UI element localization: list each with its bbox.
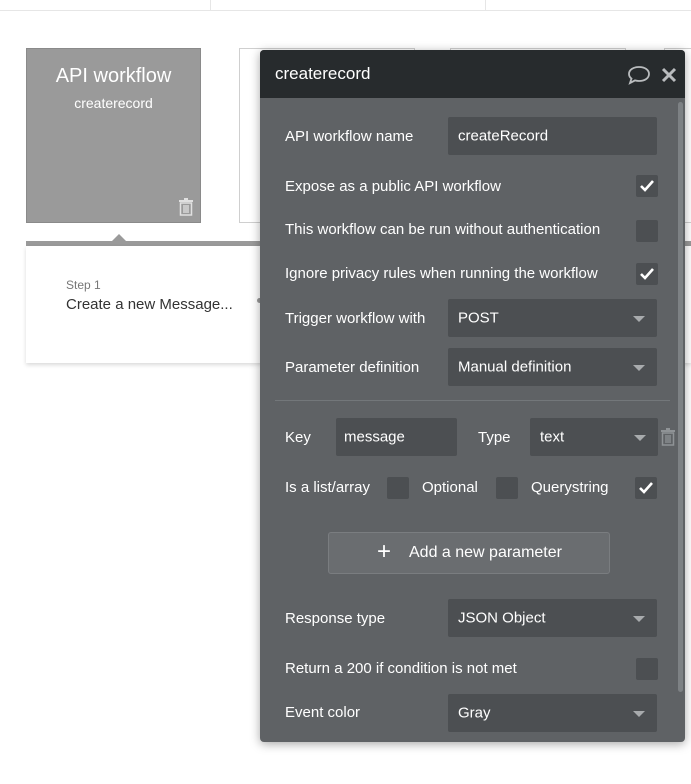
- chevron-down-icon: [633, 316, 645, 322]
- param-type-dropdown[interactable]: text: [530, 418, 658, 456]
- checkmark-icon: [640, 180, 654, 192]
- no-auth-label: This workflow can be run without authent…: [285, 221, 601, 238]
- close-icon[interactable]: [659, 65, 679, 85]
- workflow-name: createrecord: [74, 95, 153, 111]
- tab-separator: [210, 0, 211, 10]
- parameter-definition-dropdown[interactable]: Manual definition: [448, 348, 657, 386]
- api-workflow-name-label: API workflow name: [285, 128, 414, 145]
- trash-icon[interactable]: [178, 198, 194, 216]
- param-key-input[interactable]: message: [336, 418, 457, 456]
- api-workflow-name-value: createRecord: [458, 127, 549, 145]
- add-parameter-button[interactable]: + Add a new parameter: [328, 532, 610, 574]
- optional-checkbox[interactable]: [496, 477, 518, 499]
- tab-separator: [485, 0, 486, 10]
- comment-icon[interactable]: [627, 65, 651, 85]
- return-200-checkbox[interactable]: [636, 658, 658, 680]
- param-key-label: Key: [285, 429, 311, 446]
- querystring-label: Querystring: [531, 479, 609, 496]
- is-list-checkbox[interactable]: [387, 477, 409, 499]
- step-number: Step 1: [66, 278, 101, 292]
- parameter-definition-value: Manual definition: [458, 358, 572, 376]
- trigger-method-value: POST: [458, 309, 499, 327]
- add-parameter-label: Add a new parameter: [409, 544, 562, 561]
- response-type-dropdown[interactable]: JSON Object: [448, 599, 657, 637]
- chevron-down-icon: [633, 711, 645, 717]
- expose-public-checkbox[interactable]: [636, 175, 658, 197]
- api-workflow-card[interactable]: API workflow createrecord: [26, 48, 201, 223]
- editor-scrollbar[interactable]: [678, 102, 683, 692]
- expose-public-label: Expose as a public API workflow: [285, 178, 501, 195]
- checkmark-icon: [639, 482, 653, 494]
- api-workflow-name-input[interactable]: createRecord: [448, 117, 657, 155]
- plus-icon: +: [377, 538, 392, 565]
- top-tab-strip: [0, 0, 691, 11]
- checkmark-icon: [640, 268, 654, 280]
- event-color-value: Gray: [458, 704, 491, 722]
- trash-icon[interactable]: [660, 428, 676, 446]
- ignore-privacy-label: Ignore privacy rules when running the wo…: [285, 265, 598, 282]
- event-color-label: Event color: [285, 704, 361, 721]
- event-color-dropdown[interactable]: Gray: [448, 694, 657, 732]
- trigger-method-dropdown[interactable]: POST: [448, 299, 657, 337]
- section-divider: [275, 400, 670, 401]
- ignore-privacy-checkbox[interactable]: [636, 263, 658, 285]
- response-type-label: Response type: [285, 610, 386, 627]
- workflow-type-label: API workflow: [55, 65, 172, 87]
- param-type-label: Type: [478, 429, 511, 446]
- param-type-value: text: [540, 428, 565, 446]
- no-auth-checkbox[interactable]: [636, 220, 658, 242]
- chevron-down-icon: [634, 435, 646, 441]
- return-200-label: Return a 200 if condition is not met: [285, 660, 517, 677]
- editor-header: createrecord: [260, 50, 685, 98]
- trigger-label: Trigger workflow with: [285, 310, 426, 327]
- parameter-definition-label: Parameter definition: [285, 359, 420, 376]
- param-key-value: message: [344, 428, 405, 446]
- step-title[interactable]: Create a new Message...: [66, 296, 233, 313]
- editor-title: createrecord: [275, 64, 371, 83]
- chevron-down-icon: [633, 616, 645, 622]
- workflow-property-editor: createrecord API workflow name createRec…: [260, 50, 685, 742]
- querystring-checkbox[interactable]: [635, 477, 657, 499]
- response-type-value: JSON Object: [458, 609, 546, 627]
- is-list-label: Is a list/array: [285, 479, 371, 496]
- optional-label: Optional: [422, 479, 478, 496]
- chevron-down-icon: [633, 365, 645, 371]
